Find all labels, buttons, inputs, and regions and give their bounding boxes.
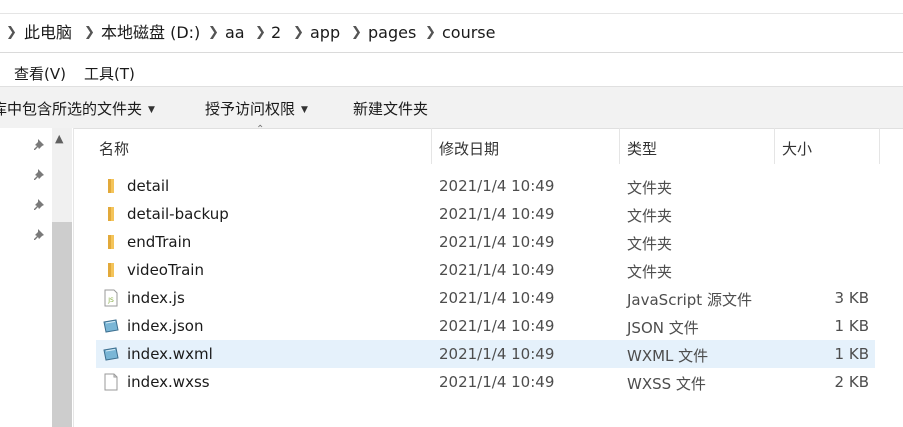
file-type: JavaScript 源文件 <box>627 291 752 309</box>
file-type: JSON 文件 <box>627 319 699 337</box>
breadcrumb-2[interactable]: 2 <box>271 14 281 52</box>
folder-icon <box>108 179 114 193</box>
breadcrumb-this-pc[interactable]: 此电脑 <box>24 14 72 52</box>
column-header-name[interactable]: 名称 <box>99 138 129 159</box>
folder-icon <box>108 263 114 277</box>
file-type: 文件夹 <box>627 235 673 253</box>
breadcrumb-drive-d[interactable]: 本地磁盘 (D:) <box>101 14 200 52</box>
new-folder-button[interactable]: 新建文件夹 <box>353 98 428 119</box>
breadcrumb-aa[interactable]: aa <box>225 14 245 52</box>
share-with-button[interactable]: 授予访问权限 ▼ <box>205 98 308 119</box>
file-date: 2021/1/4 10:49 <box>439 261 555 279</box>
json-file-icon <box>103 319 119 333</box>
file-size: 1 KB <box>834 345 869 363</box>
address-bar[interactable]: ❯ 此电脑 ❯ 本地磁盘 (D:) ❯ aa ❯ 2 ❯ app ❯ pages… <box>0 14 903 53</box>
file-row[interactable]: JS index.js 2021/1/4 10:49 JavaScript 源文… <box>96 284 875 312</box>
chevron-right-icon[interactable]: ❯ <box>84 14 95 52</box>
breadcrumb-pages[interactable]: pages <box>368 14 416 52</box>
file-row-selected[interactable]: index.wxml 2021/1/4 10:49 WXML 文件 1 KB <box>96 340 875 368</box>
file-row[interactable]: endTrain 2021/1/4 10:49 文件夹 <box>96 228 875 256</box>
file-size: 3 KB <box>834 289 869 307</box>
pin-icon[interactable] <box>33 138 47 152</box>
pin-icon[interactable] <box>33 228 47 242</box>
file-type: WXML 文件 <box>627 347 709 365</box>
file-date: 2021/1/4 10:49 <box>439 205 555 223</box>
file-date: 2021/1/4 10:49 <box>439 289 555 307</box>
file-type: 文件夹 <box>627 179 673 197</box>
menu-view[interactable]: 查看(V) <box>14 63 66 84</box>
pin-icon[interactable] <box>33 168 47 182</box>
caret-down-icon: ▼ <box>148 105 155 115</box>
file-row[interactable]: videoTrain 2021/1/4 10:49 文件夹 <box>96 256 875 284</box>
pane-divider[interactable] <box>73 128 74 427</box>
wxml-file-icon <box>103 347 119 361</box>
file-type: 文件夹 <box>627 263 673 281</box>
file-name: endTrain <box>127 233 192 251</box>
file-type: WXSS 文件 <box>627 375 706 393</box>
js-file-icon: JS <box>104 289 118 307</box>
file-name: detail-backup <box>127 205 229 223</box>
chevron-right-icon[interactable]: ❯ <box>6 14 17 52</box>
chevron-right-icon[interactable]: ❯ <box>293 14 304 52</box>
pin-icon[interactable] <box>33 198 47 212</box>
breadcrumb-app[interactable]: app <box>310 14 340 52</box>
blank-file-icon <box>104 373 118 391</box>
file-name: index.json <box>127 317 204 335</box>
caret-down-icon: ▼ <box>301 105 308 115</box>
column-divider[interactable] <box>879 128 880 164</box>
include-in-library-button[interactable]: 库中包含所选的文件夹 ▼ <box>0 98 155 119</box>
file-date: 2021/1/4 10:49 <box>439 233 555 251</box>
file-name: index.wxss <box>127 373 210 391</box>
file-date: 2021/1/4 10:49 <box>439 177 555 195</box>
scroll-up-arrow-icon[interactable]: ▲ <box>55 132 63 145</box>
chevron-right-icon[interactable]: ❯ <box>255 14 266 52</box>
file-name: videoTrain <box>127 261 204 279</box>
column-divider[interactable] <box>774 128 775 164</box>
folder-icon <box>108 235 114 249</box>
window-top-strip <box>0 0 903 14</box>
file-row[interactable]: detail 2021/1/4 10:49 文件夹 <box>96 172 875 200</box>
file-date: 2021/1/4 10:49 <box>439 373 555 391</box>
chevron-right-icon[interactable]: ❯ <box>351 14 362 52</box>
breadcrumb-course[interactable]: course <box>442 14 495 52</box>
column-header-size[interactable]: 大小 <box>782 138 812 159</box>
column-divider[interactable] <box>619 128 620 164</box>
nav-scrollbar-thumb[interactable] <box>52 222 72 427</box>
file-size: 2 KB <box>834 373 869 391</box>
column-header-date[interactable]: 修改日期 <box>439 138 499 159</box>
menu-tools[interactable]: 工具(T) <box>84 63 135 84</box>
folder-icon <box>108 207 114 221</box>
menu-bar: 查看(V) 工具(T) <box>0 53 903 86</box>
file-size: 1 KB <box>834 317 869 335</box>
share-with-label: 授予访问权限 <box>205 100 296 118</box>
file-date: 2021/1/4 10:49 <box>439 317 555 335</box>
file-row[interactable]: index.json 2021/1/4 10:49 JSON 文件 1 KB <box>96 312 875 340</box>
file-date: 2021/1/4 10:49 <box>439 345 555 363</box>
file-row[interactable]: detail-backup 2021/1/4 10:49 文件夹 <box>96 200 875 228</box>
include-in-library-label: 库中包含所选的文件夹 <box>0 100 143 118</box>
file-name: detail <box>127 177 170 195</box>
column-header-row: 名称 修改日期 类型 大小 <box>74 128 903 164</box>
file-type: 文件夹 <box>627 207 673 225</box>
column-divider[interactable] <box>431 128 432 164</box>
chevron-right-icon[interactable]: ❯ <box>425 14 436 52</box>
chevron-right-icon[interactable]: ❯ <box>208 14 219 52</box>
file-row[interactable]: index.wxss 2021/1/4 10:49 WXSS 文件 2 KB <box>96 368 875 396</box>
command-bar: 库中包含所选的文件夹 ▼ 授予访问权限 ▼ 新建文件夹 <box>0 86 903 129</box>
file-name: index.wxml <box>127 345 213 363</box>
column-header-type[interactable]: 类型 <box>627 138 657 159</box>
file-name: index.js <box>127 289 185 307</box>
svg-text:JS: JS <box>107 297 114 304</box>
